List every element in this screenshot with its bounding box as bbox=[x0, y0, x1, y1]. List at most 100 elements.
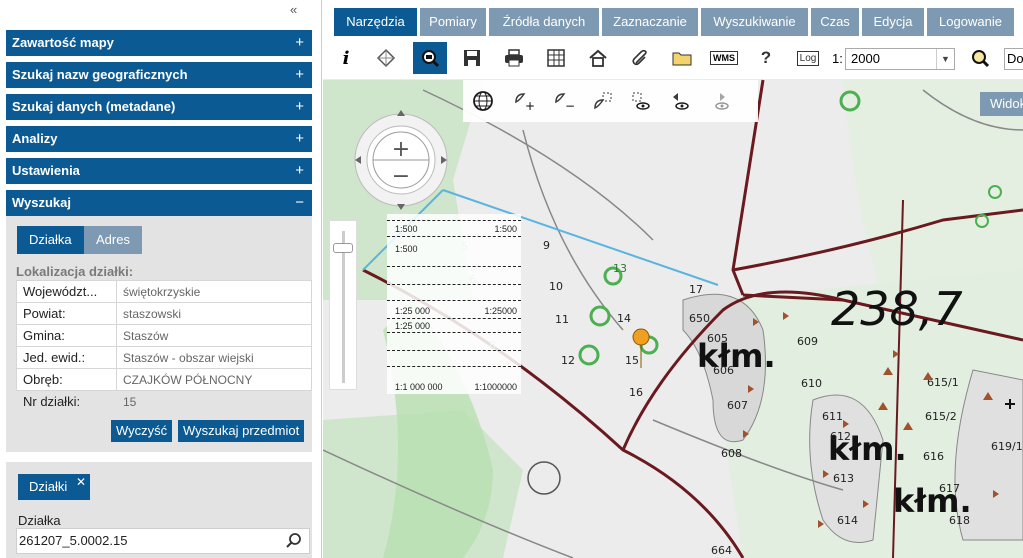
scale-value: 2000 bbox=[851, 51, 880, 66]
log-icon[interactable]: Log bbox=[791, 42, 825, 74]
parcel-label: 613 bbox=[833, 472, 854, 485]
accordion-ustawienia[interactable]: Ustawienia + bbox=[6, 158, 312, 184]
parcel-label: 16 bbox=[629, 386, 643, 399]
accordion-analizy[interactable]: Analizy + bbox=[6, 126, 312, 152]
add-shape-icon[interactable]: + bbox=[508, 86, 538, 116]
remove-shape-icon[interactable]: − bbox=[548, 86, 578, 116]
results-column-header: Działka bbox=[18, 513, 61, 528]
field-value-jed-ewid[interactable]: Staszów - obszar wiejski bbox=[116, 346, 312, 369]
folder-icon[interactable] bbox=[665, 42, 699, 74]
undo-visibility-icon[interactable] bbox=[665, 86, 695, 116]
tab-adres[interactable]: Adres bbox=[84, 226, 142, 254]
parcel-label: 619/1 bbox=[991, 440, 1023, 453]
tab-dzialka[interactable]: Działka bbox=[17, 226, 84, 254]
svg-text:−: − bbox=[565, 99, 574, 112]
visibility-icon[interactable] bbox=[626, 86, 656, 116]
svg-text:+: + bbox=[525, 99, 534, 112]
scale-label: 1:500 bbox=[395, 224, 418, 234]
svg-text:−: − bbox=[392, 164, 410, 189]
field-value-powiat[interactable]: staszowski bbox=[116, 302, 312, 325]
redo-visibility-icon[interactable] bbox=[705, 86, 735, 116]
zoom-box-icon[interactable] bbox=[413, 42, 447, 74]
parcel-label: 17 bbox=[689, 283, 703, 296]
attach-icon[interactable] bbox=[623, 42, 657, 74]
field-value-wojewodztwo[interactable]: świętokrzyskie bbox=[116, 280, 312, 303]
accordion-label: Szukaj danych (metadane) bbox=[12, 99, 176, 114]
scale-label: 1:25 000 bbox=[395, 321, 431, 331]
cut-input[interactable]: Do bbox=[1004, 48, 1023, 70]
print-icon[interactable] bbox=[497, 42, 531, 74]
scale-label: 1:1000000 bbox=[474, 382, 517, 392]
expand-icon: + bbox=[295, 162, 304, 179]
accordion-label: Zawartość mapy bbox=[12, 35, 114, 50]
clear-button[interactable]: Wyczyść bbox=[111, 420, 173, 442]
parcel-label: 650 bbox=[689, 312, 710, 325]
globe-icon[interactable] bbox=[468, 86, 498, 116]
tab-logowanie[interactable]: Logowanie bbox=[927, 8, 1014, 36]
accordion-szukaj-danych[interactable]: Szukaj danych (metadane) + bbox=[6, 94, 312, 120]
parcel-label: 614 bbox=[837, 514, 858, 527]
parcel-label: 14 bbox=[617, 312, 631, 325]
scale-label: 1:1 000 000 bbox=[395, 382, 443, 392]
select-shape-icon[interactable] bbox=[588, 86, 618, 116]
field-value-nr-dzialki[interactable]: 15 bbox=[116, 390, 312, 413]
tab-wyszukiwanie[interactable]: Wyszukiwanie bbox=[701, 8, 808, 36]
table-row: Obręb: CZAJKÓW PÓŁNOCNY bbox=[16, 368, 312, 391]
scale-select[interactable]: 2000 ▼ bbox=[845, 48, 955, 70]
tab-results-dzialki[interactable]: Działki ✕ bbox=[18, 474, 90, 500]
layers-icon[interactable] bbox=[369, 42, 403, 74]
search-icon[interactable] bbox=[285, 532, 303, 550]
collapse-panel-icon[interactable]: « bbox=[290, 2, 297, 17]
view-button[interactable]: Widok bbox=[980, 92, 1023, 116]
location-fields-table: Województ... świętokrzyskie Powiat: staszo… bbox=[16, 280, 312, 413]
parcel-label: 609 bbox=[797, 335, 818, 348]
pan-zoom-control[interactable]: + − bbox=[353, 105, 459, 215]
parcel-label: 615/1 bbox=[927, 376, 959, 389]
chevron-down-icon[interactable]: ▼ bbox=[936, 49, 954, 69]
scale-label: 1:25000 bbox=[484, 306, 517, 316]
parcel-label: 610 bbox=[801, 377, 822, 390]
tab-zrodla-danych[interactable]: Źródła danych bbox=[489, 8, 599, 36]
edit-toolbar: + − bbox=[463, 80, 758, 122]
home-icon[interactable] bbox=[581, 42, 615, 74]
zoom-slider[interactable] bbox=[329, 220, 357, 390]
table-icon[interactable] bbox=[539, 42, 573, 74]
close-icon[interactable]: ✕ bbox=[76, 469, 86, 495]
accordion-wyszukaj[interactable]: Wyszukaj − bbox=[6, 190, 312, 216]
expand-icon: + bbox=[295, 98, 304, 115]
result-row[interactable]: 261207_5.0002.15 bbox=[16, 528, 310, 554]
field-value-obreb[interactable]: CZAJKÓW PÓŁNOCNY bbox=[116, 368, 312, 391]
tab-zaznaczanie[interactable]: Zaznaczanie bbox=[602, 8, 698, 36]
tab-label: Działki bbox=[29, 479, 68, 494]
table-row: Województ... świętokrzyskie bbox=[16, 280, 312, 303]
expand-icon: + bbox=[295, 130, 304, 147]
scale-label: 1:25 000 bbox=[395, 306, 431, 316]
tab-edycja[interactable]: Edycja bbox=[862, 8, 924, 36]
zoom-to-scale-icon[interactable] bbox=[963, 42, 997, 74]
table-row: Nr działki: 15 bbox=[16, 390, 312, 413]
accordion-label: Analizy bbox=[12, 131, 58, 146]
tab-czas[interactable]: Czas bbox=[811, 8, 859, 36]
tab-pomiary[interactable]: Pomiary bbox=[420, 8, 486, 36]
tab-narzedzia[interactable]: Narzędzia bbox=[334, 8, 417, 36]
save-icon[interactable] bbox=[455, 42, 489, 74]
field-label: Jed. ewid.: bbox=[16, 346, 117, 369]
field-value-gmina[interactable]: Staszów bbox=[116, 324, 312, 347]
parcel-label: 10 bbox=[549, 280, 563, 293]
table-row: Jed. ewid.: Staszów - obszar wiejski bbox=[16, 346, 312, 369]
parcel-label: 606 bbox=[713, 364, 734, 377]
field-label: Województ... bbox=[16, 280, 117, 303]
slider-handle[interactable] bbox=[333, 243, 353, 253]
help-icon[interactable]: ? bbox=[749, 42, 783, 74]
field-label: Powiat: bbox=[16, 302, 117, 325]
accordion-zawartosc-mapy[interactable]: Zawartość mapy + bbox=[6, 30, 312, 56]
accordion-label: Ustawienia bbox=[12, 163, 80, 178]
search-button[interactable]: Wyszukaj przedmiot bbox=[178, 420, 305, 442]
parcel-label: 11 bbox=[555, 313, 569, 326]
info-icon[interactable]: i bbox=[329, 42, 363, 74]
parcel-label: 617 bbox=[939, 482, 960, 495]
parcel-label: 12 bbox=[561, 354, 575, 367]
wms-icon[interactable]: WMS bbox=[707, 42, 741, 74]
accordion-szukaj-nazw[interactable]: Szukaj nazw geograficznych + bbox=[6, 62, 312, 88]
field-label: Obręb: bbox=[16, 368, 117, 391]
